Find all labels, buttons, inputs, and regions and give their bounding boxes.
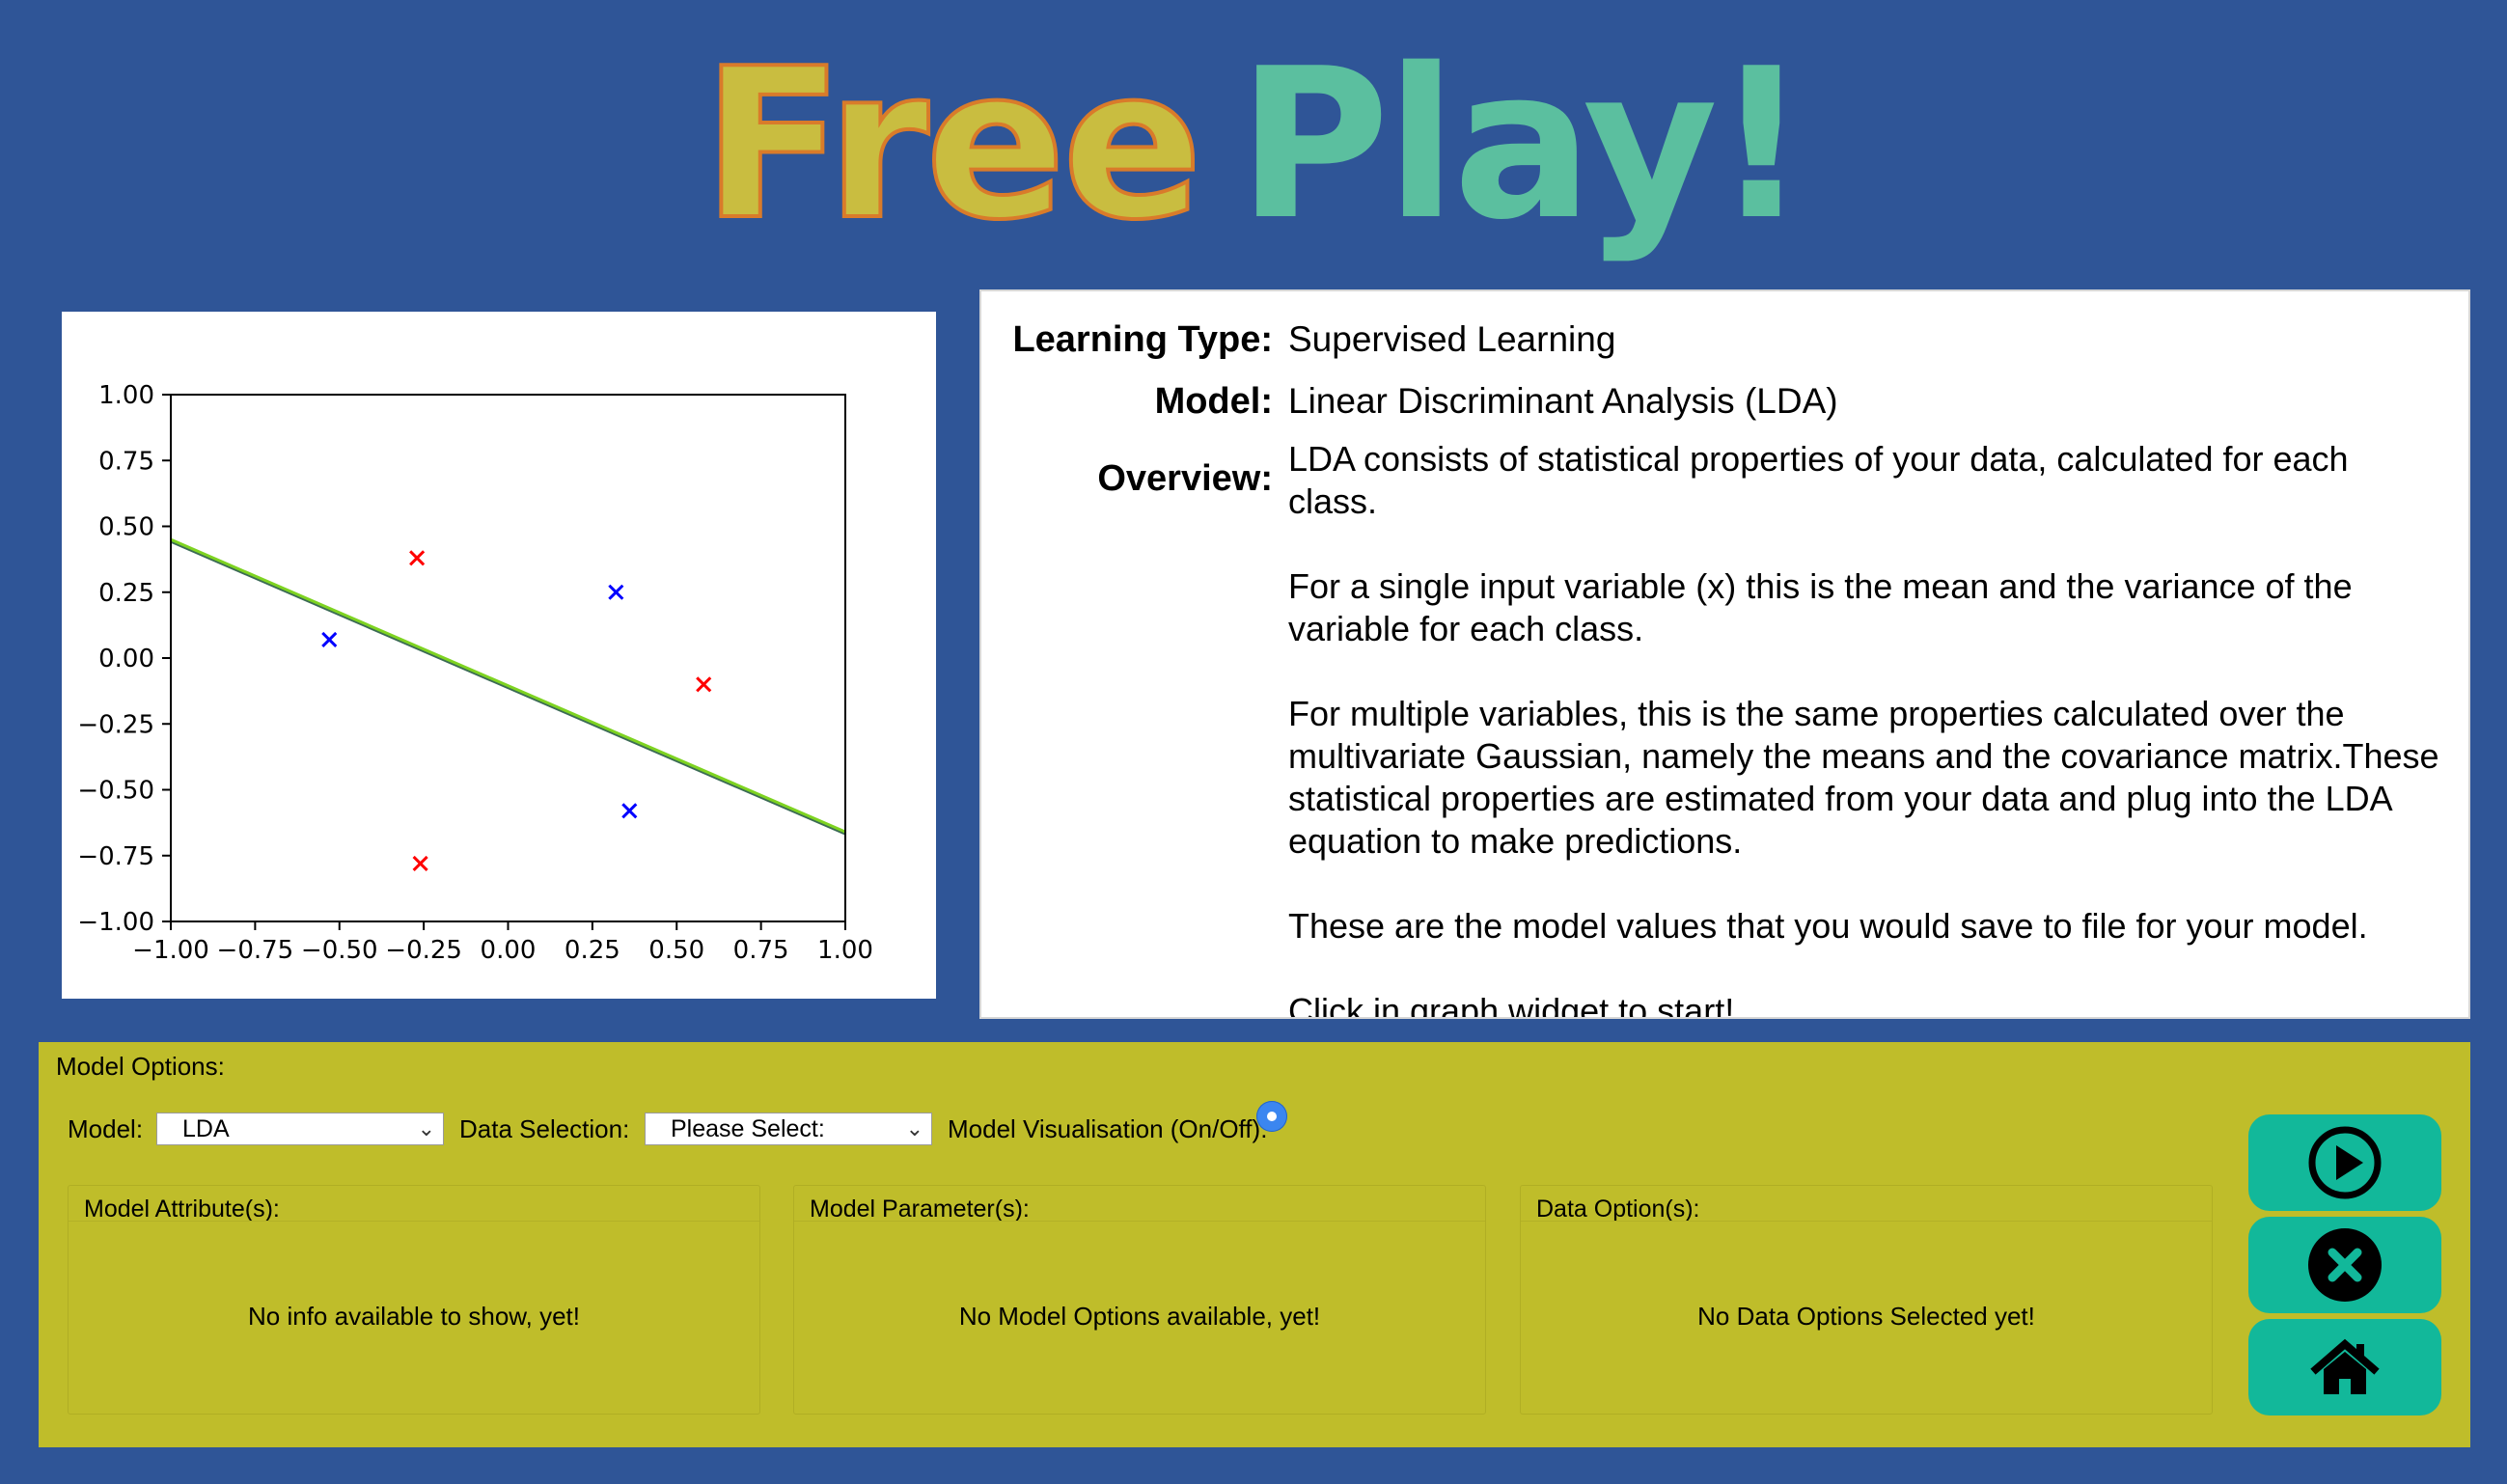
model-value: Linear Discriminant Analysis (LDA)	[1288, 381, 1838, 421]
x-tick-label: 0.25	[565, 936, 620, 965]
x-tick-label: 0.00	[481, 936, 537, 965]
data-selection-label: Data Selection:	[459, 1114, 630, 1143]
data-point	[321, 631, 338, 647]
data-options-title: Data Option(s):	[1536, 1195, 1700, 1223]
model-options-title: Model Options:	[56, 1052, 225, 1081]
group-divider	[794, 1221, 1485, 1222]
data-point	[409, 550, 426, 566]
x-tick-label: 1.00	[817, 936, 873, 965]
y-tick-label: −1.00	[77, 908, 154, 937]
data-options-group: Data Option(s): No Data Options Selected…	[1520, 1185, 2213, 1415]
chart-points	[321, 550, 712, 872]
y-tick-label: 0.75	[98, 447, 154, 476]
learning-type-label: Learning Type:	[1012, 319, 1273, 360]
home-icon	[2310, 1338, 2380, 1394]
model-select-label: Model:	[68, 1114, 144, 1143]
x-tick-label: −0.75	[217, 936, 294, 965]
home-button[interactable]	[2248, 1319, 2441, 1415]
model-visualisation-label: Model Visualisation (On/Off):	[948, 1114, 1268, 1143]
graph-widget[interactable]: −1.00 −0.75 −0.50 −0.25 0.00 0.25 0.50 0.75 1.00…	[62, 312, 936, 999]
decision-boundary-shadow	[170, 539, 846, 836]
model-attributes-message: No info available to show, yet!	[248, 1302, 580, 1331]
chevron-down-icon: ⌄	[905, 1116, 923, 1140]
model-parameters-title: Model Parameter(s):	[810, 1195, 1030, 1223]
y-tick-label: −0.75	[77, 842, 154, 871]
model-parameters-group: Model Parameter(s): No Model Options ava…	[793, 1185, 1486, 1415]
data-selection-select[interactable]: Please Select: ⌄	[645, 1113, 932, 1145]
chart-svg[interactable]: −1.00 −0.75 −0.50 −0.25 0.00 0.25 0.50 0.75 1.00…	[62, 312, 936, 999]
x-tick-label: 0.75	[733, 936, 789, 965]
data-point	[412, 855, 428, 872]
overview-label: Overview:	[1097, 458, 1273, 499]
group-divider	[1521, 1221, 2212, 1222]
model-label: Model:	[1154, 381, 1273, 422]
data-point	[608, 584, 624, 600]
learning-type-value: Supervised Learning	[1288, 319, 1616, 359]
x-tick-label: 0.50	[648, 936, 704, 965]
x-tick-label: −1.00	[132, 936, 209, 965]
model-parameters-message: No Model Options available, yet!	[958, 1302, 1321, 1331]
model-visualisation-toggle[interactable]	[1256, 1101, 1287, 1132]
info-panel: Learning Type: Supervised Learning Model…	[979, 289, 2470, 1019]
chart-boundary	[170, 537, 846, 836]
y-tick-label: 1.00	[98, 381, 154, 410]
y-tick-label: −0.25	[77, 710, 154, 739]
y-tick-label: 0.25	[98, 579, 154, 608]
title-word-play: Play!	[1237, 23, 1808, 265]
y-tick-label: −0.50	[77, 777, 154, 806]
model-attributes-title: Model Attribute(s):	[84, 1195, 280, 1223]
play-circle-icon	[2308, 1126, 2382, 1199]
play-button[interactable]	[2248, 1114, 2441, 1211]
x-tick-label: −0.50	[301, 936, 378, 965]
decision-boundary-line	[170, 537, 846, 834]
close-circle-icon	[2308, 1228, 2382, 1302]
data-selection-value: Please Select:	[671, 1115, 825, 1142]
data-point	[621, 803, 638, 819]
overview-text: LDA consists of statistical properties o…	[1288, 439, 2439, 1019]
y-tick-label: 0.50	[98, 513, 154, 542]
chevron-down-icon: ⌄	[417, 1116, 435, 1140]
model-select-value: LDA	[182, 1115, 230, 1142]
group-divider	[69, 1221, 759, 1222]
x-tick-label: −0.25	[385, 936, 462, 965]
model-select[interactable]: LDA ⌄	[156, 1113, 444, 1145]
data-point	[696, 676, 712, 693]
page-title: Free Play!	[0, 27, 2507, 262]
close-button[interactable]	[2248, 1217, 2441, 1313]
data-options-message: No Data Options Selected yet!	[1697, 1302, 2035, 1331]
chart-axes-frame	[170, 394, 846, 922]
y-tick-label: 0.00	[98, 645, 154, 673]
model-attributes-group: Model Attribute(s): No info available to…	[68, 1185, 760, 1415]
title-word-free: Free	[701, 23, 1205, 265]
